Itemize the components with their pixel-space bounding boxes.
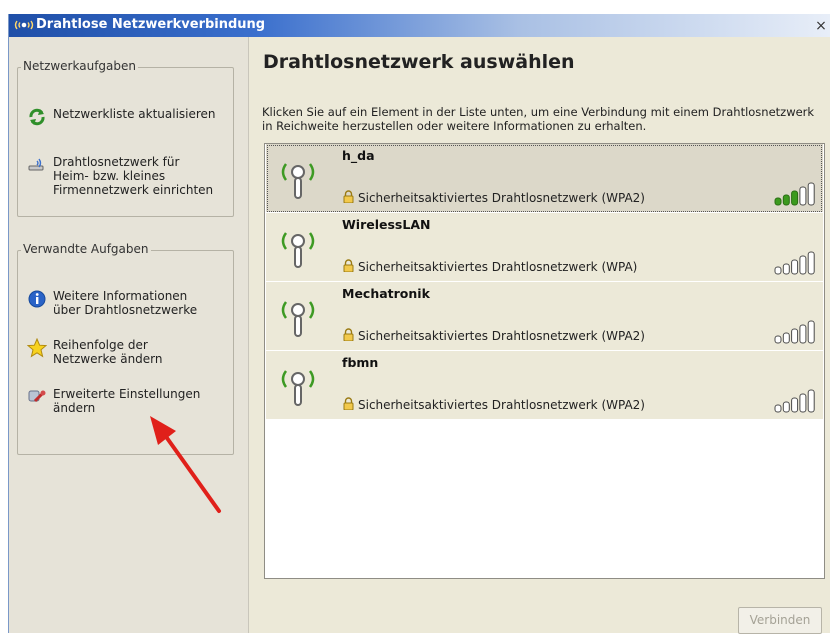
- advanced-settings-label: Erweiterte Einstellungen ändern: [53, 387, 201, 415]
- network-ssid: Mechatronik: [342, 286, 430, 301]
- signal-strength-icon: [774, 251, 815, 275]
- setup-wireless-network-label: Drahtlosnetzwerk für Heim- bzw. kleines …: [53, 155, 214, 197]
- change-network-order-label: Reihenfolge der Netzwerke ändern: [53, 338, 163, 366]
- wireless-antenna-icon: [281, 301, 315, 337]
- signal-strength-icon: [774, 182, 815, 206]
- close-button[interactable]: ×: [813, 18, 829, 34]
- signal-bar: [782, 332, 790, 344]
- info-icon: [28, 290, 46, 308]
- signal-bar: [807, 251, 815, 275]
- signal-bar: [774, 335, 782, 344]
- refresh-network-list-label: Netzwerkliste aktualisieren: [53, 107, 216, 121]
- signal-bar: [799, 393, 807, 413]
- settings-icon: [28, 390, 46, 403]
- lock-icon: [343, 328, 354, 341]
- network-ssid: WirelessLAN: [342, 217, 431, 232]
- signal-bar: [799, 186, 807, 206]
- signal-bar: [799, 255, 807, 275]
- signal-bar: [782, 401, 790, 413]
- signal-strength-icon: [774, 320, 815, 344]
- signal-bar: [782, 194, 790, 206]
- signal-bar: [791, 259, 799, 275]
- page-title: Drahtlosnetzwerk auswählen: [263, 51, 575, 73]
- network-item-fbmn[interactable]: fbmn Sicherheitsaktiviertes Drahtlosnetz…: [266, 351, 823, 420]
- star-icon: [27, 338, 47, 358]
- signal-bar: [807, 389, 815, 413]
- more-info-wireless-label: Weitere Informationen über Drahtlosnetzw…: [53, 289, 198, 317]
- network-tasks-title: Netzwerkaufgaben: [21, 59, 138, 73]
- related-tasks-title: Verwandte Aufgaben: [21, 242, 151, 256]
- signal-bar: [791, 397, 799, 413]
- signal-bar: [782, 263, 790, 275]
- signal-bar: [791, 328, 799, 344]
- main-panel: Drahtlosnetzwerk auswählen Klicken Sie a…: [248, 37, 830, 634]
- wireless-antenna-icon: [281, 232, 315, 268]
- network-item-mechatronik[interactable]: Mechatronik Sicherheitsaktiviertes Draht…: [266, 282, 823, 351]
- signal-bar: [774, 404, 782, 413]
- network-security: Sicherheitsaktiviertes Drahtlosnetzwerk …: [358, 329, 645, 343]
- network-security: Sicherheitsaktiviertes Drahtlosnetzwerk …: [358, 260, 638, 274]
- network-security: Sicherheitsaktiviertes Drahtlosnetzwerk …: [358, 191, 645, 205]
- network-list[interactable]: h_da Sicherheitsaktiviertes Drahtlosnetz…: [264, 143, 825, 579]
- signal-bar: [807, 320, 815, 344]
- wireless-antenna-icon: [281, 163, 315, 199]
- wireless-antenna-icon: [281, 370, 315, 406]
- signal-bar: [774, 266, 782, 275]
- wireless-connection-window: Drahtlose Netzwerkverbindung × Netzwerka…: [8, 14, 830, 634]
- network-security: Sicherheitsaktiviertes Drahtlosnetzwerk …: [358, 398, 645, 412]
- network-ssid: fbmn: [342, 355, 379, 370]
- signal-bar: [807, 182, 815, 206]
- wireless-setup-icon: [28, 158, 44, 171]
- task-sidebar: Netzwerkaufgaben Netzwerkliste aktualisi…: [9, 37, 248, 633]
- signal-bar: [791, 190, 799, 206]
- window-title: Drahtlose Netzwerkverbindung: [36, 17, 266, 32]
- title-bar[interactable]: Drahtlose Netzwerkverbindung ×: [9, 14, 830, 37]
- page-description: Klicken Sie auf ein Element in der Liste…: [262, 105, 815, 133]
- signal-bar: [774, 197, 782, 206]
- lock-icon: [343, 397, 354, 410]
- signal-strength-icon: [774, 389, 815, 413]
- lock-icon: [343, 190, 354, 203]
- network-item-wirelesslan[interactable]: WirelessLAN Sicherheitsaktiviertes Draht…: [266, 213, 823, 282]
- lock-icon: [343, 259, 354, 272]
- refresh-icon: [29, 108, 45, 126]
- signal-bar: [799, 324, 807, 344]
- wireless-icon: [14, 20, 34, 30]
- network-ssid: h_da: [342, 148, 375, 163]
- connect-button[interactable]: Verbinden: [738, 607, 822, 634]
- network-item-h-da[interactable]: h_da Sicherheitsaktiviertes Drahtlosnetz…: [266, 144, 823, 213]
